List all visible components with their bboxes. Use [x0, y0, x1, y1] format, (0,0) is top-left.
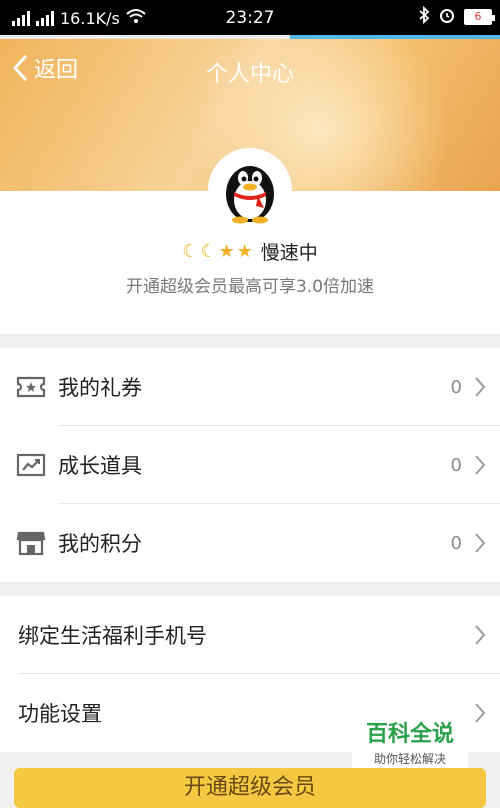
star-icon: ★ — [236, 241, 253, 262]
vip-button-label: 开通超级会员 — [183, 775, 316, 800]
menu-item-label: 我的礼券 — [58, 376, 142, 400]
ticket-icon — [16, 372, 46, 402]
avatar[interactable] — [208, 148, 292, 232]
menu-item-label: 成长道具 — [58, 454, 142, 478]
chevron-right-icon — [475, 625, 486, 645]
bluetooth-icon — [418, 5, 430, 28]
menu-item-label: 绑定生活福利手机号 — [18, 624, 207, 648]
props-count: 0 — [450, 454, 462, 476]
moon-icon: ☾ — [200, 241, 217, 262]
page-title: 个人中心 — [205, 62, 294, 87]
chevron-right-icon — [475, 455, 486, 475]
battery-icon: 6 — [464, 9, 495, 25]
store-icon — [16, 528, 46, 558]
watermark-title: 百科全说 — [365, 722, 454, 747]
open-vip-button[interactable]: 开通超级会员 — [14, 768, 486, 808]
menu-group-rewards: 我的礼券 0 成长道具 0 我的积分 0 — [0, 348, 500, 582]
watermark: 百科全说 助你轻松解决 — [352, 712, 468, 768]
status-bar: 16.1K/s 23:27 6 — [0, 0, 500, 35]
chevron-right-icon — [475, 377, 486, 397]
menu-item-points[interactable]: 我的积分 0 — [0, 504, 500, 582]
menu-item-bind-phone[interactable]: 绑定生活福利手机号 — [0, 596, 500, 674]
alarm-icon — [438, 6, 456, 28]
penguin-avatar-icon — [226, 166, 274, 224]
menu-item-coupons[interactable]: 我的礼券 0 — [0, 348, 500, 426]
menu-item-label: 功能设置 — [18, 702, 102, 726]
moon-icon: ☾ — [182, 241, 199, 262]
growth-chart-icon — [16, 450, 46, 480]
star-icon: ★ — [218, 241, 235, 262]
chevron-right-icon — [475, 533, 486, 553]
vip-promo-text: 开通超级会员最高可享3.0倍加速 — [125, 277, 375, 297]
level-status: ☾ ☾ ★ ★ 慢速中 — [0, 238, 500, 265]
watermark-subtitle: 助你轻松解决 — [373, 752, 446, 766]
menu-item-growth-props[interactable]: 成长道具 0 — [0, 426, 500, 504]
speed-status: 慢速中 — [260, 242, 318, 264]
points-count: 0 — [450, 532, 462, 554]
chevron-right-icon — [475, 703, 486, 723]
coupon-count: 0 — [450, 376, 462, 398]
menu-item-label: 我的积分 — [58, 532, 142, 556]
